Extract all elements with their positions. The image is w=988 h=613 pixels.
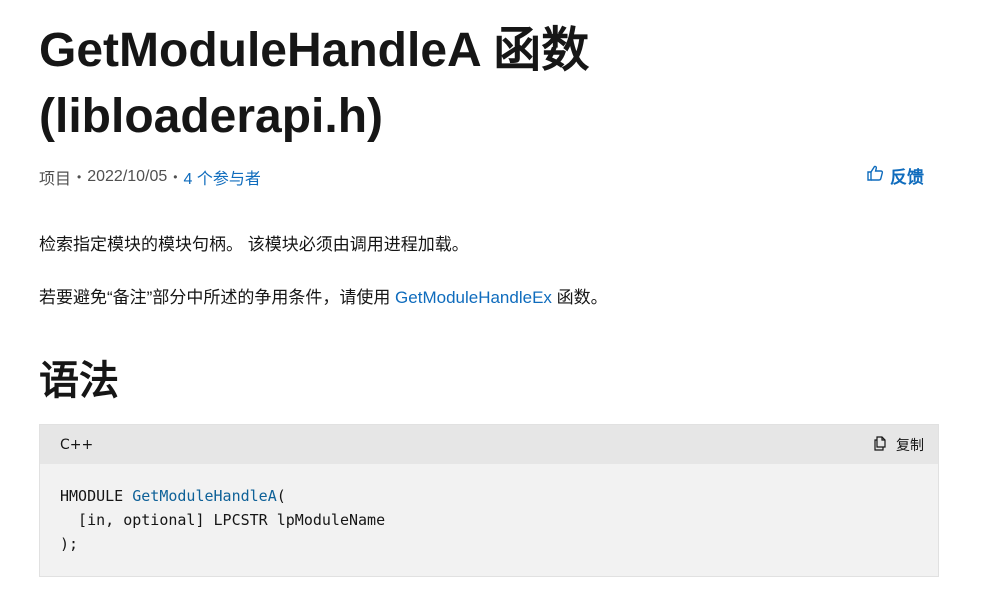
doc-page: GetModuleHandleA 函数 (libloaderapi.h) 项目 …: [0, 0, 988, 613]
note-paragraph: 若要避免“备注”部分中所述的争用条件，请使用 GetModuleHandleEx…: [39, 283, 608, 308]
feedback-label: 反馈: [890, 168, 924, 187]
code-content: HMODULE GetModuleHandleA( [in, optional]…: [40, 464, 938, 556]
contributors-link[interactable]: 4 个参与者: [184, 165, 261, 189]
page-title: GetModuleHandleA 函数 (libloaderapi.h): [39, 24, 590, 143]
syntax-heading: 语法: [39, 359, 119, 403]
copy-button[interactable]: 复制: [872, 435, 924, 455]
return-type: HMODULE: [60, 487, 133, 505]
getmodulehandleex-link[interactable]: GetModuleHandleEx: [395, 288, 552, 307]
code-header: C++ 复制: [40, 425, 938, 464]
code-block: C++ 复制 HMODULE GetModuleHandleA( [in, op…: [39, 424, 939, 577]
article-date: 2022/10/05: [87, 168, 168, 185]
note-suffix: 函数。: [551, 288, 608, 307]
parameter-line: [in, optional] LPCSTR lpModuleName: [60, 511, 386, 529]
closing-line: );: [60, 535, 79, 553]
open-paren: (: [276, 487, 286, 505]
feedback-button[interactable]: 反馈: [866, 163, 924, 188]
article-type: 项目: [39, 171, 72, 188]
article-metadata: 项目 • 2022/10/05 • 4 个参与者: [39, 165, 261, 189]
intro-paragraph: 检索指定模块的模块句柄。 该模块必须由调用进程加载。: [39, 235, 469, 254]
meta-separator: •: [173, 170, 178, 184]
code-language: C++: [60, 436, 94, 453]
note-prefix: 若要避免“备注”部分中所述的争用条件，请使用: [39, 288, 396, 307]
copy-icon: [872, 435, 888, 454]
function-name: GetModuleHandleA: [132, 487, 277, 505]
thumbs-up-icon: [866, 164, 884, 187]
copy-label: 复制: [896, 436, 924, 453]
meta-separator: •: [77, 170, 82, 184]
